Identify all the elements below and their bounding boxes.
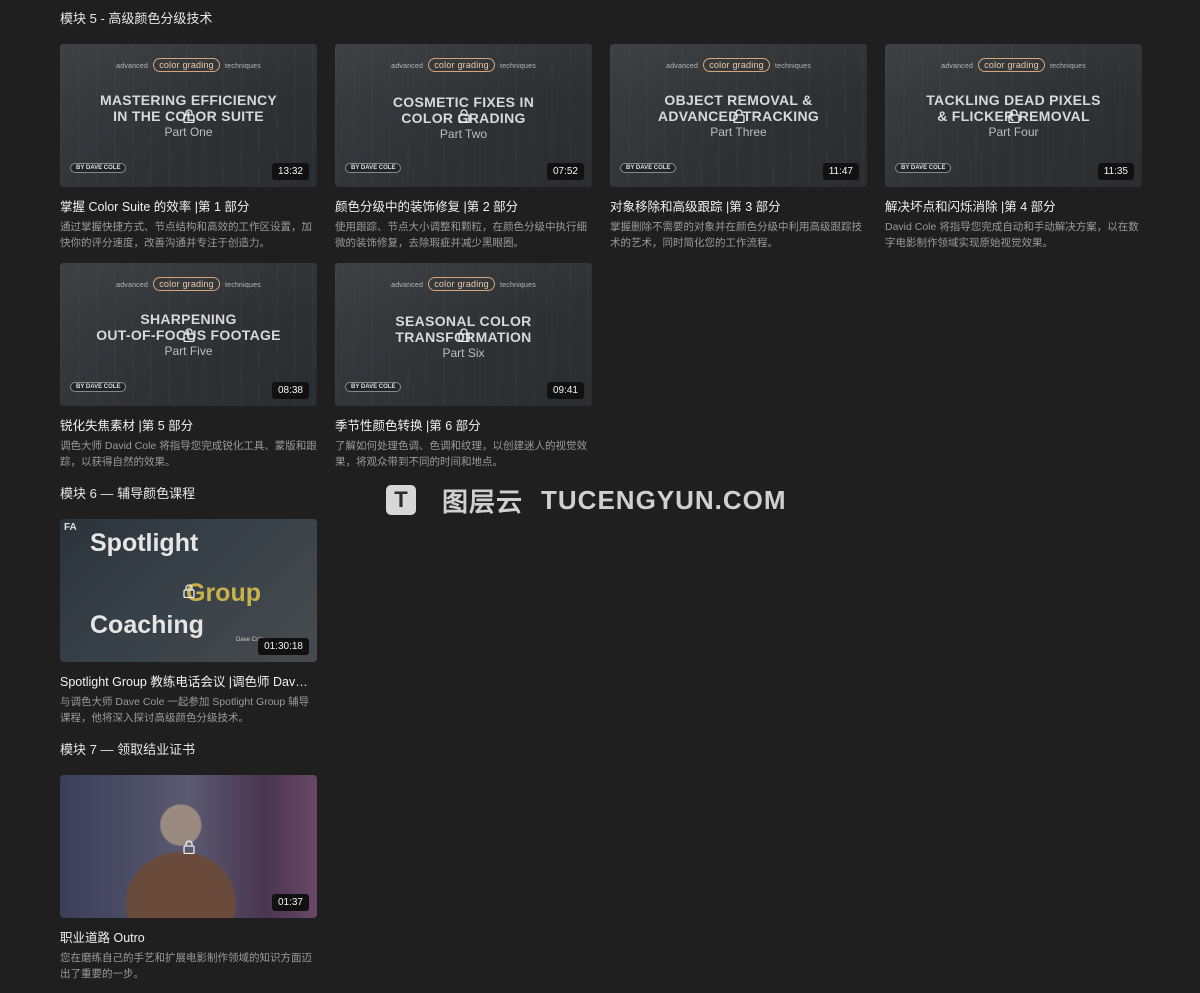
brand-pill: color grading — [428, 277, 495, 291]
series-brand: advanced color grading techniques — [610, 58, 867, 72]
video-description: 使用跟踪、节点大小调整和颗粒，在颜色分级中执行细微的装饰修复，去除瑕疵并减少黑眼… — [335, 221, 587, 249]
watermark-cn: 图层云 — [442, 486, 524, 517]
headline-line-1: MASTERING EFFICIENCY — [99, 92, 278, 108]
part-label: Part Six — [442, 346, 485, 360]
brand-left: advanced — [116, 63, 149, 70]
duration-badge: 09:41 — [546, 382, 584, 399]
duration-badge: 01:30:18 — [258, 638, 309, 655]
spotlight-word: Spotlight — [90, 529, 199, 557]
byline-badge: BY DAVE COLE — [895, 163, 952, 173]
video-card-outro[interactable]: 01:37 职业道路 Outro 您在磨练自己的手艺和扩展电影制作领域的知识方面… — [60, 775, 317, 982]
video-thumbnail[interactable]: advanced color grading techniques COSMET… — [335, 44, 592, 187]
part-label: Part Two — [439, 127, 488, 141]
series-brand: advanced color grading techniques — [335, 58, 592, 72]
watermark-en: TUCENGYUN.COM — [541, 484, 787, 515]
byline-badge: BY DAVE COLE — [345, 382, 402, 392]
lock-icon — [182, 839, 195, 854]
lock-icon — [182, 108, 195, 123]
fa-logo: FA — [64, 522, 77, 533]
lock-icon — [182, 583, 195, 598]
video-description: 调色大师 David Cole 将指导您完成锐化工具、蒙版和跟踪，以获得自然的效… — [60, 440, 317, 468]
series-brand: advanced color grading techniques — [335, 277, 592, 291]
brand-right: techniques — [500, 282, 536, 289]
duration-badge: 08:38 — [271, 382, 309, 399]
video-card-spotlight[interactable]: FA Spotlight Group Coaching Dave Cole 01… — [60, 519, 317, 726]
brand-pill: color grading — [153, 277, 220, 291]
watermark: T 图层云 TUCENGYUN.COM — [386, 484, 787, 517]
byline-badge: BY DAVE COLE — [620, 163, 677, 173]
video-card[interactable]: advanced color grading techniques OBJECT… — [610, 44, 867, 251]
byline-badge: BY DAVE COLE — [70, 382, 127, 392]
duration-badge: 11:35 — [1097, 163, 1134, 180]
brand-pill: color grading — [428, 58, 495, 72]
brand-right: techniques — [500, 63, 536, 70]
brand-left: advanced — [391, 282, 424, 289]
brand-right: techniques — [225, 282, 261, 289]
brand-right: techniques — [775, 63, 811, 70]
series-brand: advanced color grading techniques — [60, 277, 317, 291]
video-title[interactable]: 掌握 Color Suite 的效率 |第 1 部分 — [60, 196, 317, 215]
video-card[interactable]: advanced color grading techniques TACKLI… — [885, 44, 1142, 251]
headline-line-1: SHARPENING — [140, 311, 237, 327]
video-thumbnail[interactable]: advanced color grading techniques OBJECT… — [610, 44, 867, 187]
lock-icon — [457, 327, 470, 342]
video-title[interactable]: 颜色分级中的装饰修复 |第 2 部分 — [335, 196, 592, 215]
video-description: 了解如何处理色调、色调和纹理，以创建迷人的视觉效果，将观众带到不同的时间和地点。 — [335, 440, 587, 468]
duration-badge: 13:32 — [271, 163, 309, 180]
video-card[interactable]: advanced color grading techniques COSMET… — [335, 44, 592, 251]
video-thumbnail[interactable]: advanced color grading techniques MASTER… — [60, 44, 317, 187]
part-label: Part Three — [710, 125, 767, 139]
duration-badge: 07:52 — [546, 163, 584, 180]
lock-icon — [182, 327, 195, 342]
brand-pill: color grading — [703, 58, 770, 72]
brand-pill: color grading — [153, 58, 220, 72]
brand-left: advanced — [666, 63, 699, 70]
part-label: Part Four — [988, 125, 1039, 139]
video-card[interactable]: advanced color grading techniques MASTER… — [60, 44, 317, 251]
section-title-module5: 模块 5 - 高级颜色分级技术 — [60, 11, 213, 26]
video-title[interactable]: 职业道路 Outro — [60, 927, 317, 946]
brand-pill: color grading — [978, 58, 1045, 72]
brand-left: advanced — [391, 63, 424, 70]
video-card[interactable]: advanced color grading techniques SEASON… — [335, 263, 592, 470]
brand-right: techniques — [1050, 63, 1086, 70]
headline-line-1: TACKLING DEAD PIXELS — [926, 92, 1101, 108]
group-word: Group — [186, 579, 261, 607]
byline-badge: BY DAVE COLE — [70, 163, 127, 173]
section-title-module6: 模块 6 — 辅导颜色课程 — [60, 486, 196, 501]
video-thumbnail[interactable]: advanced color grading techniques SHARPE… — [60, 263, 317, 406]
byline-badge: BY DAVE COLE — [345, 163, 402, 173]
video-description: 通过掌握快捷方式、节点结构和高效的工作区设置，加快你的评分速度，改善沟通并专注于… — [60, 221, 312, 249]
video-title[interactable]: 解决坏点和闪烁消除 |第 4 部分 — [885, 196, 1142, 215]
lock-icon — [732, 108, 745, 123]
video-title[interactable]: 季节性颜色转换 |第 6 部分 — [335, 415, 592, 434]
duration-badge: 11:47 — [822, 163, 859, 180]
video-description: 您在磨练自己的手艺和扩展电影制作领域的知识方面迈出了重要的一步。 — [60, 952, 312, 980]
video-title[interactable]: 对象移除和高级跟踪 |第 3 部分 — [610, 196, 867, 215]
part-label: Part Five — [164, 344, 213, 358]
headline-line-1: OBJECT REMOVAL & — [664, 92, 813, 108]
brand-right: techniques — [225, 63, 261, 70]
video-thumbnail[interactable]: 01:37 — [60, 775, 317, 918]
lock-icon — [1007, 108, 1020, 123]
watermark-logo-icon: T — [386, 485, 416, 515]
section-title-module7: 模块 7 — 领取结业证书 — [60, 742, 196, 757]
video-title[interactable]: Spotlight Group 教练电话会议 |调色师 Dav… — [60, 671, 317, 690]
part-label: Part One — [164, 125, 213, 139]
brand-left: advanced — [116, 282, 149, 289]
video-card[interactable]: advanced color grading techniques SHARPE… — [60, 263, 317, 470]
video-description: 掌握删除不需要的对象并在颜色分级中利用高级跟踪技术的艺术，同时简化您的工作流程。 — [610, 221, 862, 249]
video-thumbnail[interactable]: advanced color grading techniques TACKLI… — [885, 44, 1142, 187]
video-description: 与调色大师 Dave Cole 一起参加 Spotlight Group 辅导课… — [60, 696, 310, 724]
series-brand: advanced color grading techniques — [885, 58, 1142, 72]
coaching-word: Coaching — [90, 611, 204, 639]
lock-icon — [457, 108, 470, 123]
video-thumbnail[interactable]: FA Spotlight Group Coaching Dave Cole 01… — [60, 519, 317, 662]
series-brand: advanced color grading techniques — [60, 58, 317, 72]
video-title[interactable]: 锐化失焦素材 |第 5 部分 — [60, 415, 317, 434]
duration-badge: 01:37 — [271, 894, 309, 911]
video-thumbnail[interactable]: advanced color grading techniques SEASON… — [335, 263, 592, 406]
video-description: David Cole 将指导您完成自动和手动解决方案，以在数字电影制作领域实现原… — [885, 221, 1139, 249]
brand-left: advanced — [941, 63, 974, 70]
